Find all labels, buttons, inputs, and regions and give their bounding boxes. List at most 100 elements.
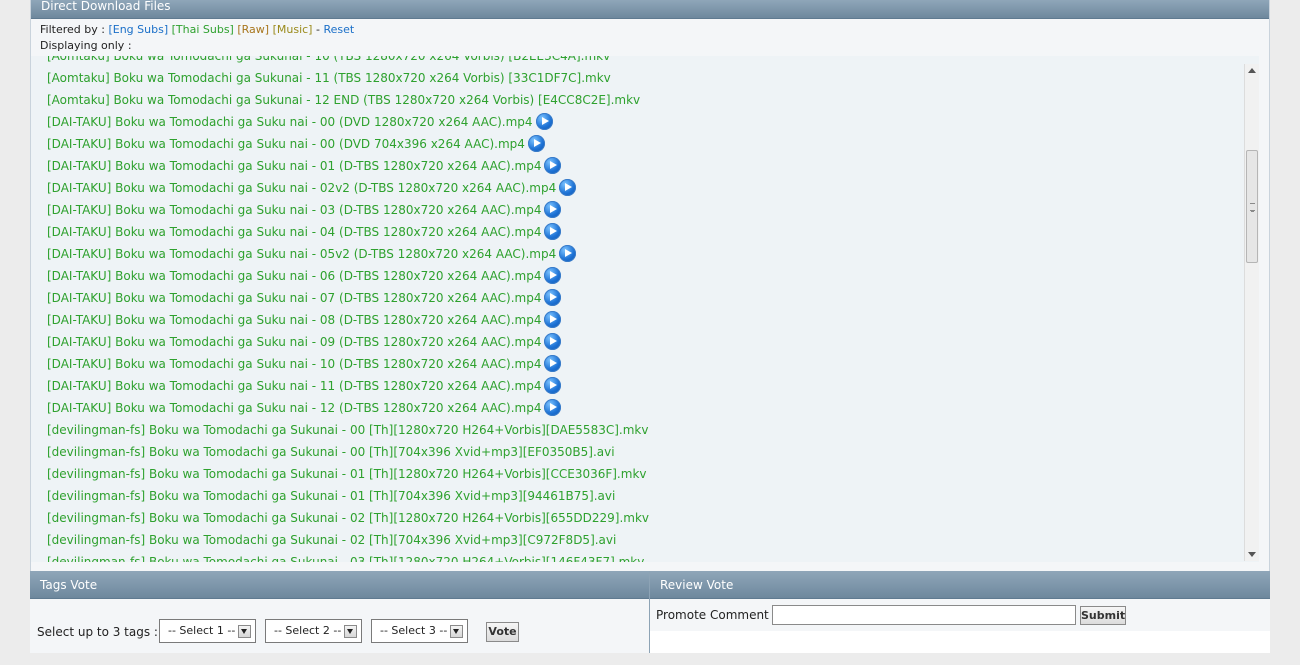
file-download-link[interactable]: [DAI-TAKU] Boku wa Tomodachi ga Suku nai… xyxy=(47,379,541,393)
file-download-link[interactable]: [Aomtaku] Boku wa Tomodachi ga Sukunai -… xyxy=(47,93,640,107)
tag-select-3-value: -- Select 3 -- xyxy=(380,624,448,637)
filter-prefix: Filtered by : xyxy=(40,23,109,36)
scroll-up-arrow-icon[interactable] xyxy=(1248,68,1256,73)
play-circle-icon[interactable] xyxy=(544,157,562,174)
file-row: [DAI-TAKU] Boku wa Tomodachi ga Suku nai… xyxy=(47,331,562,353)
file-download-link[interactable]: [devilingman-fs] Boku wa Tomodachi ga Su… xyxy=(47,445,615,459)
chevron-down-icon xyxy=(238,625,251,638)
chevron-down-icon xyxy=(344,625,357,638)
file-row: [devilingman-fs] Boku wa Tomodachi ga Su… xyxy=(47,507,649,529)
submit-button[interactable]: Submit xyxy=(1080,606,1126,625)
tag-select-1[interactable]: -- Select 1 -- xyxy=(159,619,256,643)
file-row: [Aomtaku] Boku wa Tomodachi ga Sukunai -… xyxy=(47,67,611,89)
file-list-scrollbar[interactable] xyxy=(1244,64,1259,561)
filter-raw-link[interactable]: [Raw] xyxy=(237,23,269,36)
file-download-link[interactable]: [devilingman-fs] Boku wa Tomodachi ga Su… xyxy=(47,423,648,437)
file-download-link[interactable]: [devilingman-fs] Boku wa Tomodachi ga Su… xyxy=(47,533,616,547)
file-row: [DAI-TAKU] Boku wa Tomodachi ga Suku nai… xyxy=(47,111,553,133)
filter-bar: Filtered by : [Eng Subs] [Thai Subs] [Ra… xyxy=(40,23,354,36)
file-download-link[interactable]: [devilingman-fs] Boku wa Tomodachi ga Su… xyxy=(47,511,649,525)
file-download-link[interactable]: [DAI-TAKU] Boku wa Tomodachi ga Suku nai… xyxy=(47,247,556,261)
file-download-link[interactable]: [DAI-TAKU] Boku wa Tomodachi ga Suku nai… xyxy=(47,401,541,415)
file-download-link[interactable]: [devilingman-fs] Boku wa Tomodachi ga Su… xyxy=(47,467,647,481)
file-download-link[interactable]: [DAI-TAKU] Boku wa Tomodachi ga Suku nai… xyxy=(47,159,541,173)
play-circle-icon[interactable] xyxy=(527,135,545,152)
play-circle-icon[interactable] xyxy=(559,245,577,262)
displaying-only-label: Displaying only : xyxy=(40,39,132,52)
file-download-link[interactable]: [DAI-TAKU] Boku wa Tomodachi ga Suku nai… xyxy=(47,335,541,349)
file-download-link[interactable]: [DAI-TAKU] Boku wa Tomodachi ga Suku nai… xyxy=(47,313,541,327)
reset-separator: - xyxy=(312,23,324,36)
play-circle-icon[interactable] xyxy=(544,377,562,394)
file-row: [devilingman-fs] Boku wa Tomodachi ga Su… xyxy=(47,551,644,562)
play-circle-icon[interactable] xyxy=(544,399,562,416)
promote-comment-label: Promote Comment : xyxy=(656,608,777,622)
play-circle-icon[interactable] xyxy=(559,179,577,196)
tag-select-1-value: -- Select 1 -- xyxy=(168,624,236,637)
reset-filter-link[interactable]: Reset xyxy=(323,23,354,36)
file-download-link[interactable]: [Aomtaku] Boku wa Tomodachi ga Sukunai -… xyxy=(47,56,610,63)
file-download-link[interactable]: [DAI-TAKU] Boku wa Tomodachi ga Suku nai… xyxy=(47,269,541,283)
vote-section: Tags Vote Select up to 3 tags : -- Selec… xyxy=(30,571,1270,653)
tag-select-2[interactable]: -- Select 2 -- xyxy=(265,619,362,643)
tags-select-label: Select up to 3 tags : xyxy=(37,625,158,639)
file-row: [DAI-TAKU] Boku wa Tomodachi ga Suku nai… xyxy=(47,397,562,419)
file-download-link[interactable]: [DAI-TAKU] Boku wa Tomodachi ga Suku nai… xyxy=(47,225,541,239)
file-row: [devilingman-fs] Boku wa Tomodachi ga Su… xyxy=(47,441,615,463)
file-download-link[interactable]: [Aomtaku] Boku wa Tomodachi ga Sukunai -… xyxy=(47,71,611,85)
file-row: [DAI-TAKU] Boku wa Tomodachi ga Suku nai… xyxy=(47,177,577,199)
play-circle-icon[interactable] xyxy=(535,113,553,130)
play-circle-icon[interactable] xyxy=(544,355,562,372)
file-list: [Aomtaku] Boku wa Tomodachi ga Sukunai -… xyxy=(31,56,1259,562)
file-row: [devilingman-fs] Boku wa Tomodachi ga Su… xyxy=(47,419,648,441)
tag-select-2-value: -- Select 2 -- xyxy=(274,624,342,637)
tag-select-3[interactable]: -- Select 3 -- xyxy=(371,619,468,643)
play-circle-icon[interactable] xyxy=(544,289,562,306)
review-vote-panel: Review Vote Promote Comment : Submit xyxy=(649,571,1270,653)
play-circle-icon[interactable] xyxy=(544,201,562,218)
review-vote-title: Review Vote xyxy=(650,571,1270,599)
play-circle-icon[interactable] xyxy=(544,223,562,240)
file-row: [DAI-TAKU] Boku wa Tomodachi ga Suku nai… xyxy=(47,155,562,177)
review-vote-footer xyxy=(650,631,1270,653)
file-row: [DAI-TAKU] Boku wa Tomodachi ga Suku nai… xyxy=(47,375,562,397)
filter-music-link[interactable]: [Music] xyxy=(273,23,313,36)
file-download-link[interactable]: [DAI-TAKU] Boku wa Tomodachi ga Suku nai… xyxy=(47,357,541,371)
vote-button[interactable]: Vote xyxy=(486,622,519,642)
scroll-down-arrow-icon[interactable] xyxy=(1248,552,1256,557)
scroll-thumb[interactable] xyxy=(1246,150,1258,263)
play-circle-icon[interactable] xyxy=(544,267,562,284)
file-row: [DAI-TAKU] Boku wa Tomodachi ga Suku nai… xyxy=(47,243,577,265)
play-circle-icon[interactable] xyxy=(544,333,562,350)
file-row: [devilingman-fs] Boku wa Tomodachi ga Su… xyxy=(47,529,616,551)
chevron-down-icon xyxy=(450,625,463,638)
file-row: [DAI-TAKU] Boku wa Tomodachi ga Suku nai… xyxy=(47,265,562,287)
file-download-link[interactable]: [DAI-TAKU] Boku wa Tomodachi ga Suku nai… xyxy=(47,181,556,195)
promote-comment-input[interactable] xyxy=(772,605,1076,625)
file-download-link[interactable]: [DAI-TAKU] Boku wa Tomodachi ga Suku nai… xyxy=(47,291,541,305)
file-download-link[interactable]: [DAI-TAKU] Boku wa Tomodachi ga Suku nai… xyxy=(47,203,541,217)
tags-vote-panel: Tags Vote Select up to 3 tags : -- Selec… xyxy=(30,571,649,653)
file-row: [DAI-TAKU] Boku wa Tomodachi ga Suku nai… xyxy=(47,221,562,243)
play-circle-icon[interactable] xyxy=(544,311,562,328)
file-row: [DAI-TAKU] Boku wa Tomodachi ga Suku nai… xyxy=(47,133,545,155)
file-row: [DAI-TAKU] Boku wa Tomodachi ga Suku nai… xyxy=(47,309,562,331)
file-row: [DAI-TAKU] Boku wa Tomodachi ga Suku nai… xyxy=(47,199,562,221)
file-row: [devilingman-fs] Boku wa Tomodachi ga Su… xyxy=(47,463,647,485)
review-vote-body: Promote Comment : Submit xyxy=(650,599,1270,631)
file-download-link[interactable]: [devilingman-fs] Boku wa Tomodachi ga Su… xyxy=(47,489,615,503)
tags-vote-title: Tags Vote xyxy=(30,571,649,599)
direct-download-panel: Direct Download Files Filtered by : [Eng… xyxy=(30,0,1270,571)
file-download-link[interactable]: [devilingman-fs] Boku wa Tomodachi ga Su… xyxy=(47,555,644,562)
file-row: [Aomtaku] Boku wa Tomodachi ga Sukunai -… xyxy=(47,89,640,111)
tags-vote-body: Select up to 3 tags : -- Select 1 -- -- … xyxy=(30,599,649,653)
filter-eng-subs-link[interactable]: [Eng Subs] xyxy=(108,23,168,36)
panel-title: Direct Download Files xyxy=(31,0,1269,19)
file-row: [Aomtaku] Boku wa Tomodachi ga Sukunai -… xyxy=(47,56,610,67)
file-row: [DAI-TAKU] Boku wa Tomodachi ga Suku nai… xyxy=(47,287,562,309)
file-row: [devilingman-fs] Boku wa Tomodachi ga Su… xyxy=(47,485,615,507)
file-row: [DAI-TAKU] Boku wa Tomodachi ga Suku nai… xyxy=(47,353,562,375)
file-download-link[interactable]: [DAI-TAKU] Boku wa Tomodachi ga Suku nai… xyxy=(47,115,533,129)
filter-thai-subs-link[interactable]: [Thai Subs] xyxy=(172,23,234,36)
file-download-link[interactable]: [DAI-TAKU] Boku wa Tomodachi ga Suku nai… xyxy=(47,137,525,151)
